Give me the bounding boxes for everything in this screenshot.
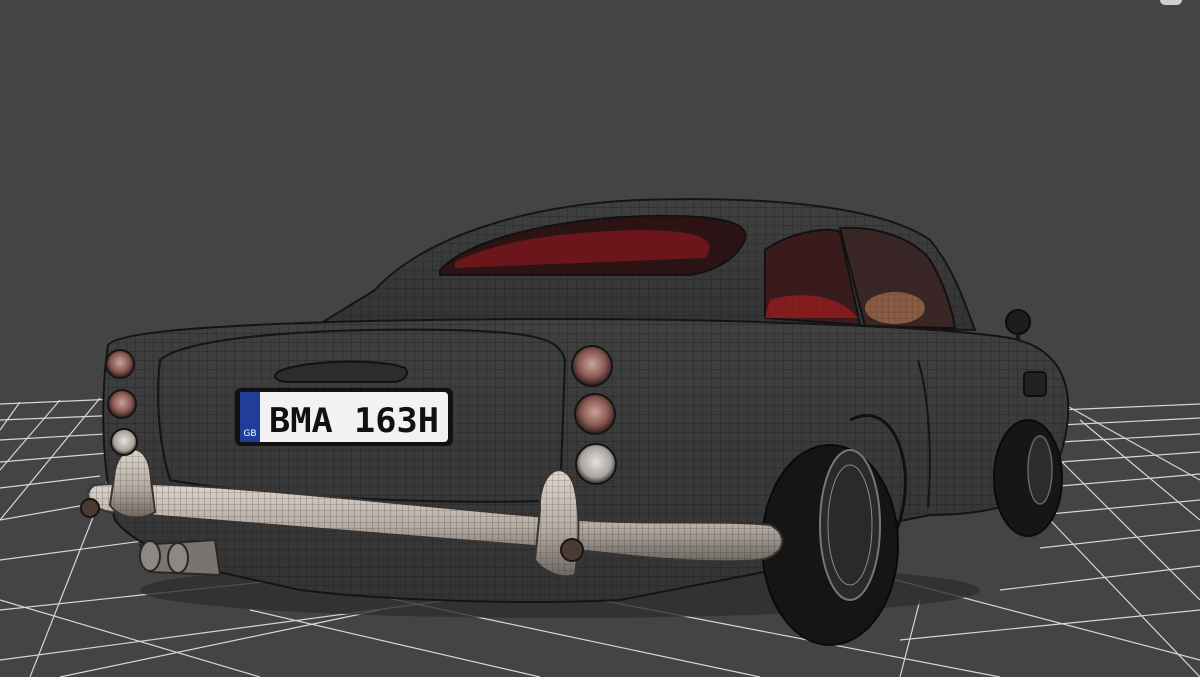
tail-lights-right	[571, 345, 617, 485]
number-plate[interactable]: GB BMA 163H	[235, 388, 453, 446]
plate-registration: BMA 163H	[269, 401, 439, 441]
3d-viewport[interactable]: GB BMA 163H	[0, 0, 1200, 677]
scene-svg: GB BMA 163H	[0, 198, 1200, 677]
car-roof[interactable]	[306, 198, 977, 332]
3d-viewport-corner-marker-icon	[1160, 0, 1182, 5]
plate-country-code: GB	[243, 429, 256, 439]
tail-lights-left	[105, 349, 138, 456]
front-wheel[interactable]	[993, 419, 1063, 537]
bumper-overrider-left[interactable]	[80, 448, 157, 519]
side-vent	[1023, 371, 1047, 397]
exhaust-pipes	[138, 538, 222, 577]
